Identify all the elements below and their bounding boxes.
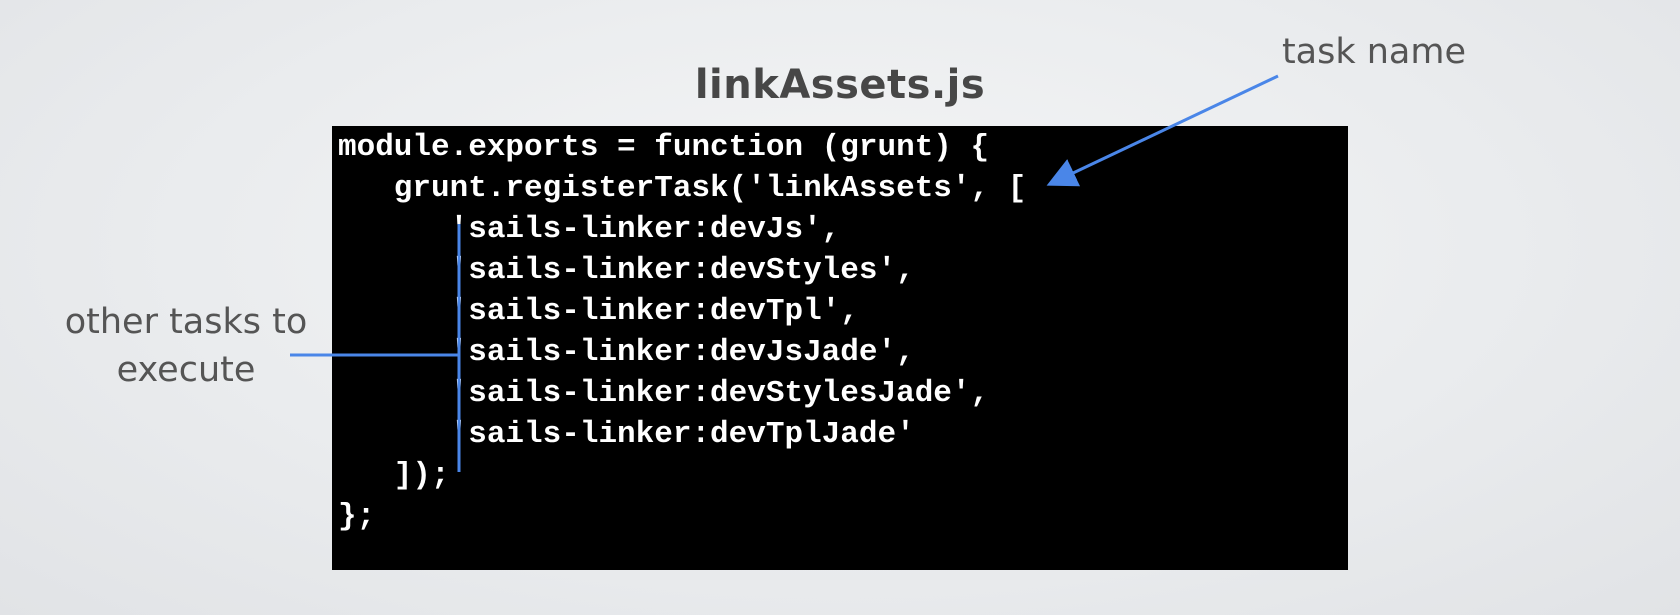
annotation-overlay	[290, 74, 1279, 472]
task-name-arrow	[1046, 74, 1279, 187]
